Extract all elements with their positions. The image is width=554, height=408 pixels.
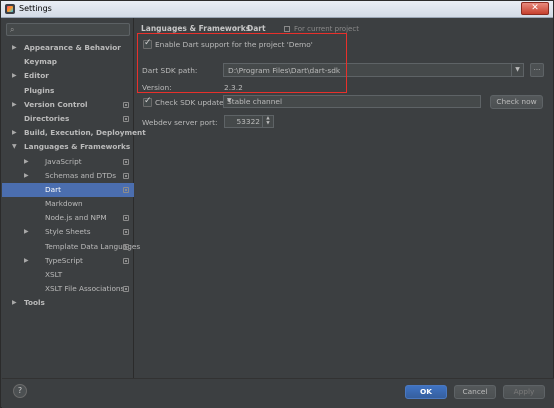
title-bar: Settings ✕ [1,1,553,18]
sidebar-item-label: Keymap [24,57,57,67]
window-title: Settings [19,4,52,13]
sidebar-item-label: Build, Execution, Deployment [24,128,146,138]
project-scope-icon [123,172,129,179]
webdev-port-label: Webdev server port: [142,118,218,127]
close-window-button[interactable]: ✕ [521,2,549,15]
settings-tree: ▶ Appearance & Behavior Keymap ▶ Editor Plugi… [2,41,146,311]
sidebar-item-appearance-behavior[interactable]: ▶ Appearance & Behavior [2,41,134,55]
sidebar-item-markdown[interactable]: Markdown [2,197,134,211]
enable-dart-label[interactable]: Enable Dart support for the project 'Dem… [155,40,313,49]
sidebar-item-label: JavaScript [45,156,82,166]
chevron-right-icon[interactable]: ▶ [12,41,17,55]
chevron-down-icon[interactable]: ▼ [12,140,17,154]
sidebar-item-label: Style Sheets [45,227,91,237]
breadcrumb-current: Dart [247,24,266,33]
chevron-right-icon[interactable]: ▶ [12,98,17,112]
chevron-right-icon[interactable]: ▶ [24,225,29,239]
version-value: 2.3.2 [224,83,243,92]
project-scope-icon [123,257,129,264]
project-scope-icon [123,243,129,250]
sidebar-item-plugins[interactable]: Plugins [2,84,134,98]
sidebar-item-dart[interactable]: Dart [2,182,134,198]
project-scope-icon [123,229,129,236]
project-scope-icon [123,115,129,122]
sidebar-item-schemas-and-dtds[interactable]: ▶ Schemas and DTDs [2,169,134,183]
chevron-right-icon[interactable]: ▶ [12,69,17,83]
enable-dart-checkbox[interactable] [143,38,152,49]
dialog-footer: ? OK Cancel Apply [2,378,554,408]
settings-window: Settings ✕ ⌕ ▶ Appearance & Behavior Keyma… [0,0,554,408]
chevron-right-icon[interactable]: ▶ [24,155,29,169]
sidebar-item-javascript[interactable]: ▶ JavaScript [2,155,134,169]
sidebar-item-xslt[interactable]: XSLT [2,268,134,282]
browse-sdk-button[interactable]: ... [530,63,544,77]
sidebar-item-label: Tools [24,298,45,308]
check-sdk-update-checkbox[interactable] [143,96,152,107]
settings-sidebar: ⌕ ▶ Appearance & Behavior Keymap ▶ Editor Plu… [2,18,146,378]
sidebar-item-label: XSLT File Associations [45,284,125,294]
sidebar-item-style-sheets[interactable]: ▶ Style Sheets [2,225,134,239]
project-scope-icon [123,186,129,193]
chevron-down-icon[interactable]: ▼ [511,64,523,76]
sidebar-item-label: TypeScript [45,255,83,265]
check-sdk-update-label[interactable]: Check SDK update: [155,98,226,107]
sidebar-item-label: Schemas and DTDs [45,170,117,180]
sdk-path-label: Dart SDK path: [142,66,198,75]
sidebar-item-label: Plugins [24,85,55,95]
sidebar-item-label: XSLT [45,270,63,279]
sidebar-item-keymap[interactable]: Keymap [2,55,134,69]
breadcrumb-separator: › [234,23,238,32]
help-button[interactable]: ? [13,384,27,398]
project-scope-icon [123,101,129,108]
project-scope-icon [123,158,129,165]
sidebar-item-label: Version Control [24,99,88,109]
ok-button[interactable]: OK [405,385,447,399]
app-logo-icon [5,4,15,14]
sidebar-item-xslt-file-associations[interactable]: XSLT File Associations [2,282,134,296]
sidebar-item-node-js-and-npm[interactable]: Node.js and NPM [2,211,134,225]
sidebar-item-version-control[interactable]: ▶ Version Control [2,98,134,112]
breadcrumb-note: For current project [294,25,359,33]
sidebar-item-typescript[interactable]: ▶ TypeScript [2,254,134,268]
dart-settings-panel: Languages & Frameworks › Dart For curren… [135,18,553,378]
chevron-right-icon[interactable]: ▶ [24,254,29,268]
chevron-right-icon[interactable]: ▶ [12,296,17,310]
cancel-button[interactable]: Cancel [454,385,496,399]
sidebar-item-tools[interactable]: ▶ Tools [2,296,134,310]
sidebar-item-label: Dart [45,184,61,194]
sidebar-item-editor[interactable]: ▶ Editor [2,69,134,83]
version-label: Version: [142,83,172,92]
apply-button[interactable]: Apply [503,385,545,399]
chevron-right-icon[interactable]: ▶ [24,169,29,183]
webdev-port-spinner[interactable]: 53322 ▲ ▼ [224,115,274,128]
sidebar-item-label: Directories [24,113,70,123]
check-now-button[interactable]: Check now [490,95,543,109]
sidebar-item-label: Node.js and NPM [45,213,107,223]
sidebar-item-label: Editor [24,71,49,81]
sidebar-item-template-data-languages[interactable]: Template Data Languages [2,240,140,254]
sidebar-item-languages-frameworks[interactable]: ▼ Languages & Frameworks [2,140,134,154]
sdk-path-input[interactable]: D:\Program Files\Dart\dart-sdk ▼ [223,63,524,77]
search-input[interactable]: ⌕ [6,23,130,36]
sidebar-item-directories[interactable]: Directories [2,112,134,126]
chevron-right-icon[interactable]: ▶ [12,126,17,140]
project-scope-icon [123,215,129,222]
sidebar-item-build-execution-deployment[interactable]: ▶ Build, Execution, Deployment [2,126,146,140]
spinner-arrows-icon[interactable]: ▲ ▼ [262,116,273,127]
sidebar-item-label: Languages & Frameworks [24,142,131,152]
project-scope-icon [123,286,129,293]
search-icon: ⌕ [10,25,15,34]
sidebar-item-label: Appearance & Behavior [24,43,121,52]
update-channel-select[interactable]: Stable channel ▼ [223,95,481,108]
sidebar-item-label: Markdown [45,199,83,209]
chevron-down-icon: ▼ [227,97,232,104]
